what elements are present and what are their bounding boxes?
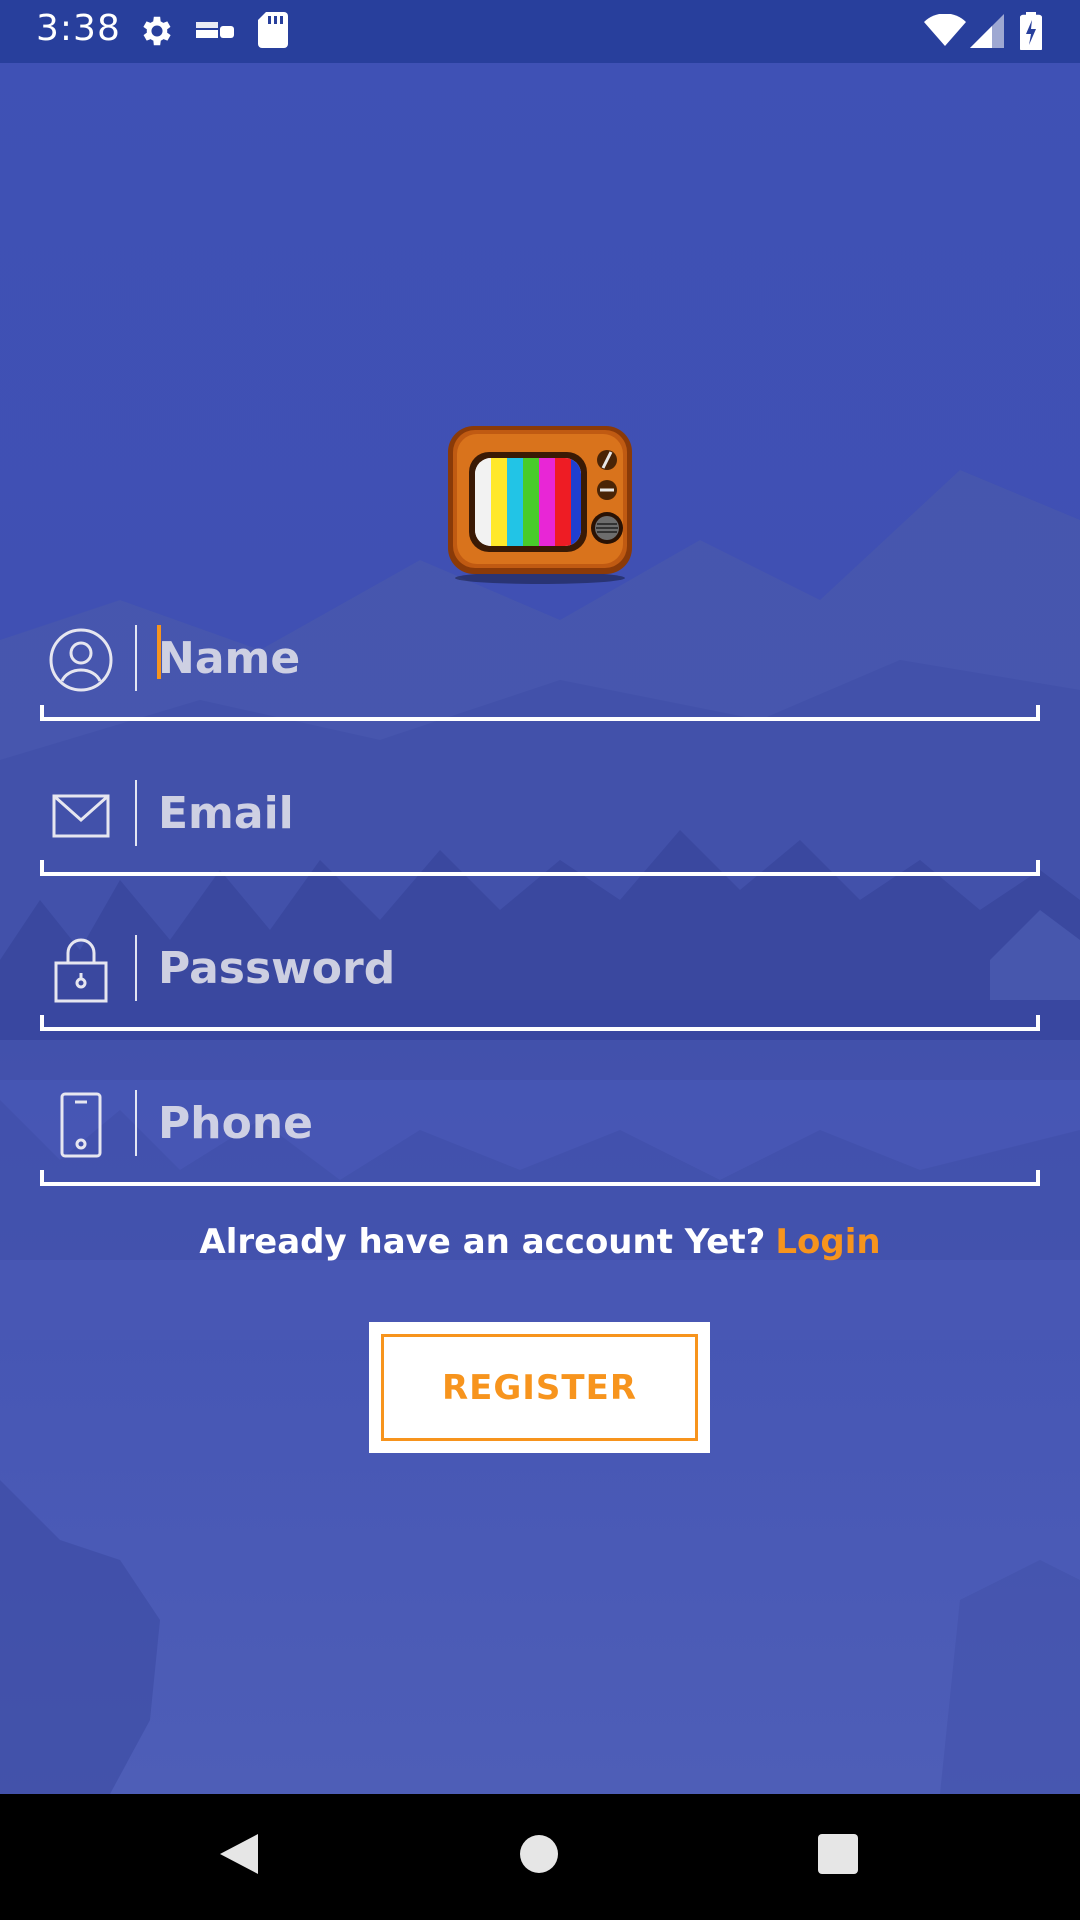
field-underline — [40, 1015, 1040, 1031]
status-bar: 3:38 — [0, 0, 1080, 63]
phone-input[interactable] — [158, 1080, 1018, 1166]
register-form-container: Already have an account Yet?Login REGIST… — [0, 0, 1080, 1920]
field-underline — [40, 705, 1040, 721]
field-divider — [135, 935, 137, 1001]
envelope-icon — [52, 794, 110, 838]
user-icon — [49, 628, 113, 692]
register-screen: 3:38 Name Email Phone Already have an ac… — [0, 0, 1080, 1920]
login-prompt-text: Already have an account Yet? — [199, 1222, 766, 1262]
recents-icon[interactable] — [808, 1824, 868, 1888]
login-prompt: Already have an account Yet? Login — [0, 1222, 1080, 1262]
sd-card-icon — [258, 12, 288, 52]
navigation-bar — [0, 1794, 1080, 1920]
email-input[interactable] — [158, 770, 1018, 856]
home-icon[interactable] — [509, 1824, 569, 1888]
phone-icon — [60, 1092, 102, 1158]
back-icon[interactable] — [210, 1824, 270, 1888]
field-divider — [135, 625, 137, 691]
register-button-frame: REGISTER — [369, 1322, 710, 1453]
lock-icon — [54, 938, 108, 1003]
phone-field[interactable] — [40, 1070, 1040, 1186]
login-link[interactable]: Login — [775, 1222, 880, 1262]
gear-icon — [138, 12, 176, 54]
password-input[interactable] — [158, 925, 1018, 1011]
password-field[interactable] — [40, 915, 1040, 1031]
name-field[interactable] — [40, 605, 1040, 721]
cell-signal-icon — [970, 14, 1004, 52]
name-input[interactable] — [158, 615, 1018, 701]
status-time: 3:38 — [36, 8, 121, 49]
register-button[interactable]: REGISTER — [381, 1334, 698, 1441]
field-divider — [135, 780, 137, 846]
field-underline — [40, 1170, 1040, 1186]
battery-charging-icon — [1019, 12, 1043, 54]
android-live-icon — [196, 20, 236, 46]
field-divider — [135, 1090, 137, 1156]
retro-tv-icon — [448, 426, 632, 584]
wifi-icon — [924, 13, 966, 50]
field-underline — [40, 860, 1040, 876]
text-cursor — [157, 625, 161, 679]
email-field[interactable] — [40, 760, 1040, 876]
